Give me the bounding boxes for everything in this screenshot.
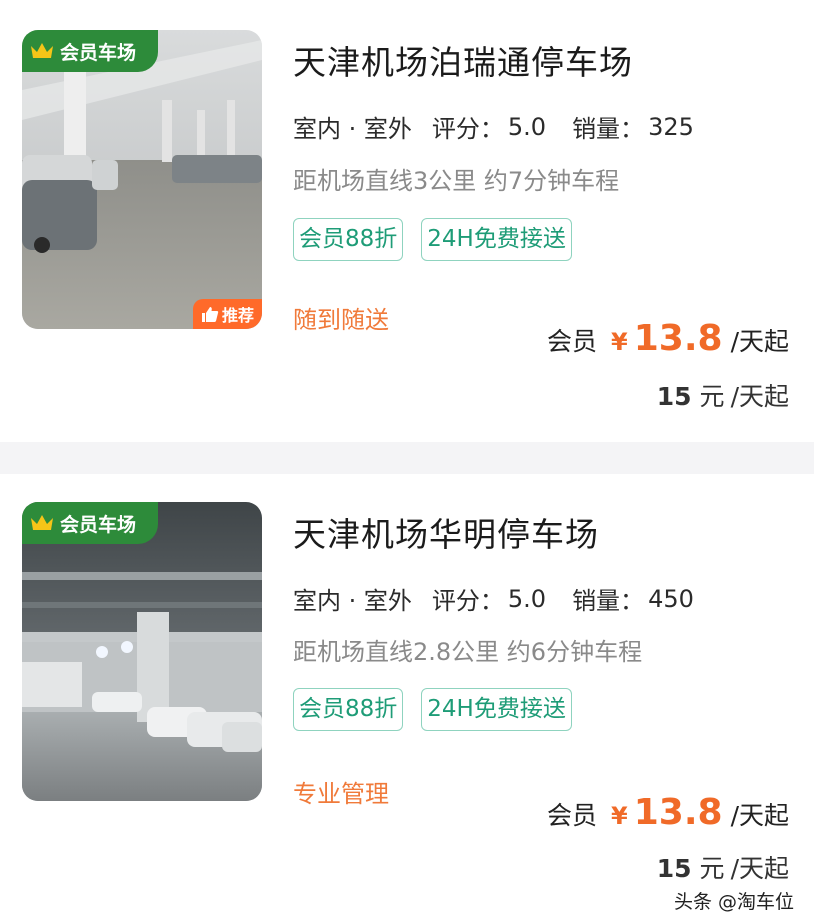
parking-lot-photo[interactable]: 会员车场: [22, 502, 262, 801]
discount-tag: 会员88折: [293, 218, 404, 261]
listing-card[interactable]: 会员车场 天津机场华明停车场 室内 · 室外 评分： 5.0 销量： 450 距…: [0, 474, 814, 922]
original-price: 15 元 /天起: [657, 377, 789, 413]
member-price-label: 会员: [547, 801, 598, 830]
recommend-label: 推荐: [221, 306, 254, 325]
distance-info: 距机场直线2.8公里 约6分钟车程: [293, 638, 643, 666]
original-price-currency: 元: [699, 382, 725, 411]
parking-lot-photo[interactable]: 会员车场 推荐: [22, 30, 262, 329]
promo-tags: 会员88折 24H免费接送: [293, 218, 572, 261]
member-lot-badge: 会员车场: [22, 502, 159, 544]
distance-info: 距机场直线3公里 约7分钟车程: [293, 167, 620, 195]
promo-tags: 会员88折 24H免费接送: [293, 688, 572, 731]
thumbs-up-icon: [201, 306, 219, 323]
member-price-label: 会员: [547, 327, 598, 356]
feature-text: 随到随送: [293, 306, 389, 334]
rating-value: 5.0: [507, 584, 547, 613]
original-price-unit: /天起: [730, 854, 789, 883]
currency-symbol: ¥: [611, 328, 628, 356]
watermark-text: 头条 @淘车位: [673, 891, 794, 913]
member-lot-label: 会员车场: [60, 41, 137, 64]
rating-label: 评分：: [431, 587, 504, 615]
sales-value: 450: [648, 584, 694, 613]
member-price-value: 13.8: [633, 318, 723, 359]
original-price-currency: 元: [699, 854, 725, 883]
crown-icon: [30, 513, 54, 533]
listing-meta: 室内 · 室外 评分： 5.0 销量： 325: [291, 109, 720, 144]
listing-title[interactable]: 天津机场泊瑞通停车场: [293, 36, 633, 84]
sales-label: 销量：: [572, 115, 645, 143]
parking-type: 室内 · 室外: [291, 581, 414, 616]
price-unit: /天起: [730, 801, 789, 830]
sales-value: 325: [648, 112, 694, 141]
listing-card[interactable]: 会员车场 推荐 天津机场泊瑞通停车场 室内 · 室外 评分： 5.0 销量： 3…: [0, 0, 814, 442]
shuttle-tag: 24H免费接送: [421, 688, 572, 731]
parking-type: 室内 · 室外: [291, 109, 414, 144]
currency-symbol: ¥: [611, 802, 628, 830]
original-price-unit: /天起: [730, 382, 789, 411]
crown-icon: [30, 41, 54, 61]
discount-tag: 会员88折: [293, 688, 404, 731]
listing-meta: 室内 · 室外 评分： 5.0 销量： 450: [291, 581, 720, 616]
original-price: 15 元 /天起: [657, 849, 789, 885]
member-price-value: 13.8: [633, 792, 723, 833]
original-price-value: 15: [656, 854, 692, 883]
member-price: 会员 ¥ 13.8 /天起: [547, 792, 789, 833]
rating-label: 评分：: [431, 115, 504, 143]
watermark: 头条 @淘车位: [674, 887, 794, 914]
member-price: 会员 ¥ 13.8 /天起: [547, 318, 789, 359]
rating-value: 5.0: [507, 112, 547, 141]
shuttle-tag: 24H免费接送: [421, 218, 572, 261]
original-price-value: 15: [656, 382, 692, 411]
sales-label: 销量：: [572, 587, 645, 615]
recommend-badge: 推荐: [192, 299, 262, 329]
member-lot-badge: 会员车场: [22, 30, 159, 72]
price-unit: /天起: [730, 327, 789, 356]
feature-text: 专业管理: [293, 780, 389, 808]
listing-title[interactable]: 天津机场华明停车场: [293, 508, 599, 556]
member-lot-label: 会员车场: [60, 513, 137, 536]
